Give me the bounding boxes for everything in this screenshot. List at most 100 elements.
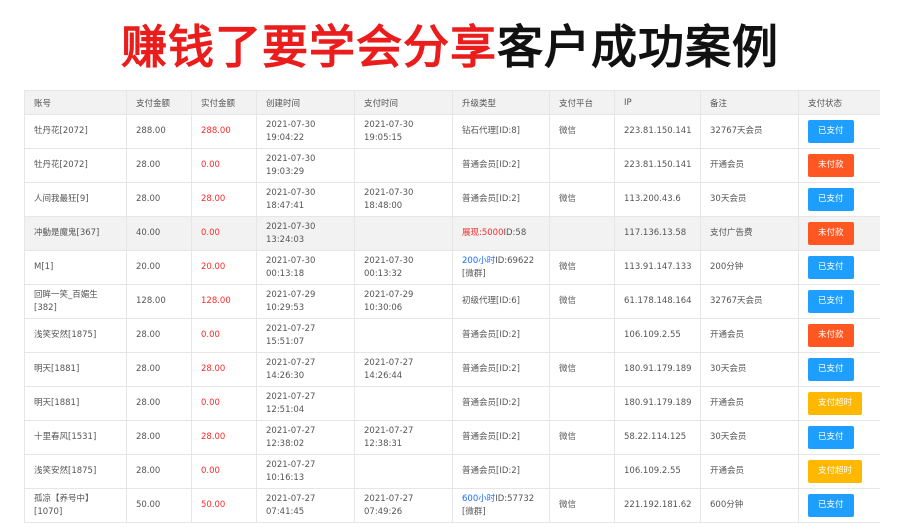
cell-pay-amount: 288.00 (126, 114, 192, 149)
cell-pay-amount: 28.00 (126, 352, 192, 387)
table-header-row: 账号 支付金额 实付金额 创建时间 支付时间 升级类型 支付平台 IP 备注 支… (24, 90, 880, 115)
column-header-upgrade-type[interactable]: 升级类型 (452, 90, 550, 115)
status-button[interactable]: 已支付 (808, 120, 854, 143)
status-button[interactable]: 已支付 (808, 358, 854, 381)
cell-upgrade-type: 普通会员[ID:2] (452, 454, 550, 489)
cell-platform: 微信 (549, 420, 615, 455)
table-row: 牡丹花[2072] 288.00 288.00 2021-07-30 19:04… (24, 114, 880, 149)
cell-upgrade-type: 200小时ID:69622 [微群] (452, 250, 550, 285)
cell-note: 30天会员 (700, 182, 799, 217)
cell-pay-amount: 28.00 (126, 420, 192, 455)
cell-status: 已支付 (798, 250, 880, 285)
cell-status: 已支付 (798, 420, 880, 455)
cell-paid-time: 2021-07-27 07:49:26 (354, 488, 453, 523)
cell-platform: 微信 (549, 488, 615, 523)
upgrade-type-accent: 展现:5000 (462, 228, 504, 238)
cell-platform: 微信 (549, 352, 615, 387)
cell-created-time: 2021-07-27 12:51:04 (256, 386, 355, 421)
status-button[interactable]: 已支付 (808, 290, 854, 313)
table-row: M[1] 20.00 20.00 2021-07-30 00:13:18 202… (24, 250, 880, 285)
orders-table: 账号 支付金额 实付金额 创建时间 支付时间 升级类型 支付平台 IP 备注 支… (24, 90, 880, 523)
cell-note: 开通会员 (700, 148, 799, 183)
cell-upgrade-type: 钻石代理[ID:8] (452, 114, 550, 149)
cell-status: 支付超时 (798, 386, 880, 421)
status-button[interactable]: 未付款 (808, 222, 854, 245)
cell-status: 支付超时 (798, 454, 880, 489)
cell-note: 200分钟 (700, 250, 799, 285)
upgrade-type-text: 普通会员[ID:2] (462, 194, 520, 204)
status-button[interactable]: 已支付 (808, 188, 854, 211)
status-button[interactable]: 已支付 (808, 494, 854, 517)
cell-actual-amount: 128.00 (191, 284, 257, 319)
column-header-pay-amount[interactable]: 支付金额 (126, 90, 192, 115)
cell-account: 明天[1881] (24, 352, 127, 387)
cell-account: 明天[1881] (24, 386, 127, 421)
status-button[interactable]: 已支付 (808, 426, 854, 449)
table-row: 浅笑安然[1875] 28.00 0.00 2021-07-27 10:16:1… (24, 454, 880, 489)
cell-ip: 61.178.148.164 (614, 284, 701, 319)
column-header-note[interactable]: 备注 (700, 90, 799, 115)
cell-account: 浅笑安然[1875] (24, 454, 127, 489)
status-button[interactable]: 已支付 (808, 256, 854, 279)
table-row: 回眸一笑_百媚生[382] 128.00 128.00 2021-07-29 1… (24, 284, 880, 319)
cell-pay-amount: 50.00 (126, 488, 192, 523)
cell-pay-amount: 20.00 (126, 250, 192, 285)
cell-ip: 117.136.13.58 (614, 216, 701, 251)
cell-note: 开通会员 (700, 454, 799, 489)
cell-created-time: 2021-07-30 13:24:03 (256, 216, 355, 251)
cell-note: 32767天会员 (700, 114, 799, 149)
cell-platform (549, 216, 615, 251)
cell-status: 未付款 (798, 318, 880, 353)
cell-ip: 223.81.150.141 (614, 114, 701, 149)
cell-platform (549, 386, 615, 421)
cell-account: 人间我最狂[9] (24, 182, 127, 217)
column-header-actual-amount[interactable]: 实付金额 (191, 90, 257, 115)
cell-account: 牡丹花[2072] (24, 114, 127, 149)
status-button[interactable]: 支付超时 (808, 460, 863, 483)
cell-note: 32767天会员 (700, 284, 799, 319)
upgrade-type-accent: 200小时 (462, 255, 496, 266)
cell-ip: 106.109.2.55 (614, 318, 701, 353)
status-button[interactable]: 未付款 (808, 154, 854, 177)
cell-pay-amount: 40.00 (126, 216, 192, 251)
cell-pay-amount: 28.00 (126, 148, 192, 183)
column-header-account[interactable]: 账号 (24, 90, 127, 115)
cell-created-time: 2021-07-27 15:51:07 (256, 318, 355, 353)
cell-ip: 221.192.181.62 (614, 488, 701, 523)
cell-created-time: 2021-07-27 10:16:13 (256, 454, 355, 489)
banner-title-red: 赚钱了要学会分享 (121, 20, 497, 74)
cell-platform: 微信 (549, 284, 615, 319)
cell-ip: 113.91.147.133 (614, 250, 701, 285)
cell-ip: 58.22.114.125 (614, 420, 701, 455)
column-header-created-time[interactable]: 创建时间 (256, 90, 355, 115)
cell-note: 30天会员 (700, 420, 799, 455)
cell-paid-time (354, 454, 453, 489)
cell-ip: 113.200.43.6 (614, 182, 701, 217)
cell-actual-amount: 0.00 (191, 318, 257, 353)
status-button[interactable]: 支付超时 (808, 392, 863, 415)
cell-pay-amount: 28.00 (126, 182, 192, 217)
banner-title-black: 客户成功案例 (497, 20, 779, 74)
cell-account: 十里春风[1531] (24, 420, 127, 455)
cell-platform: 微信 (549, 114, 615, 149)
cell-paid-time (354, 386, 453, 421)
column-header-status[interactable]: 支付状态 (798, 90, 880, 115)
cell-created-time: 2021-07-27 14:26:30 (256, 352, 355, 387)
column-header-platform[interactable]: 支付平台 (549, 90, 615, 115)
table-row: 明天[1881] 28.00 28.00 2021-07-27 14:26:30… (24, 352, 880, 387)
cell-upgrade-type: 展现:5000ID:58 (452, 216, 550, 251)
cell-created-time: 2021-07-27 12:38:02 (256, 420, 355, 455)
cell-account: 孤凉【养号中】[1070] (24, 488, 127, 523)
cell-note: 开通会员 (700, 386, 799, 421)
cell-actual-amount: 28.00 (191, 182, 257, 217)
column-header-ip[interactable]: IP (614, 90, 701, 115)
cell-status: 已支付 (798, 284, 880, 319)
upgrade-type-text: 普通会员[ID:2] (462, 466, 520, 476)
column-header-paid-time[interactable]: 支付时间 (354, 90, 453, 115)
status-button[interactable]: 未付款 (808, 324, 854, 347)
page-banner: 赚钱了要学会分享 客户成功案例 (0, 0, 900, 88)
cell-upgrade-type: 普通会员[ID:2] (452, 182, 550, 217)
cell-account: 回眸一笑_百媚生[382] (24, 284, 127, 319)
cell-status: 未付款 (798, 216, 880, 251)
cell-upgrade-type: 普通会员[ID:2] (452, 352, 550, 387)
